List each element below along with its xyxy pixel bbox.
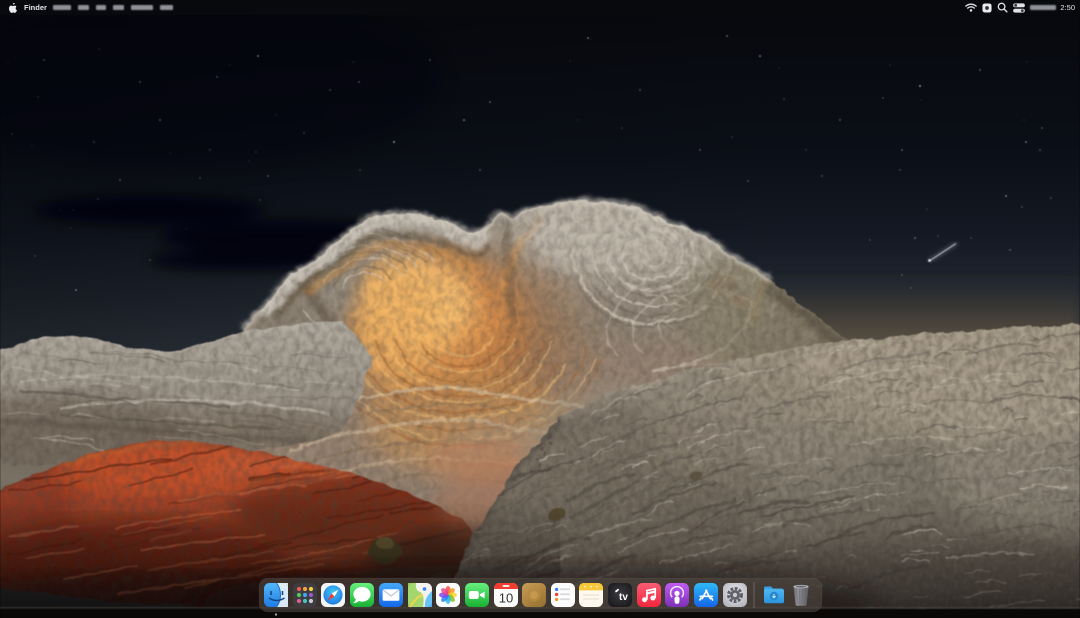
svg-text:tv: tv: [619, 592, 628, 603]
svg-text:10: 10: [499, 591, 513, 606]
